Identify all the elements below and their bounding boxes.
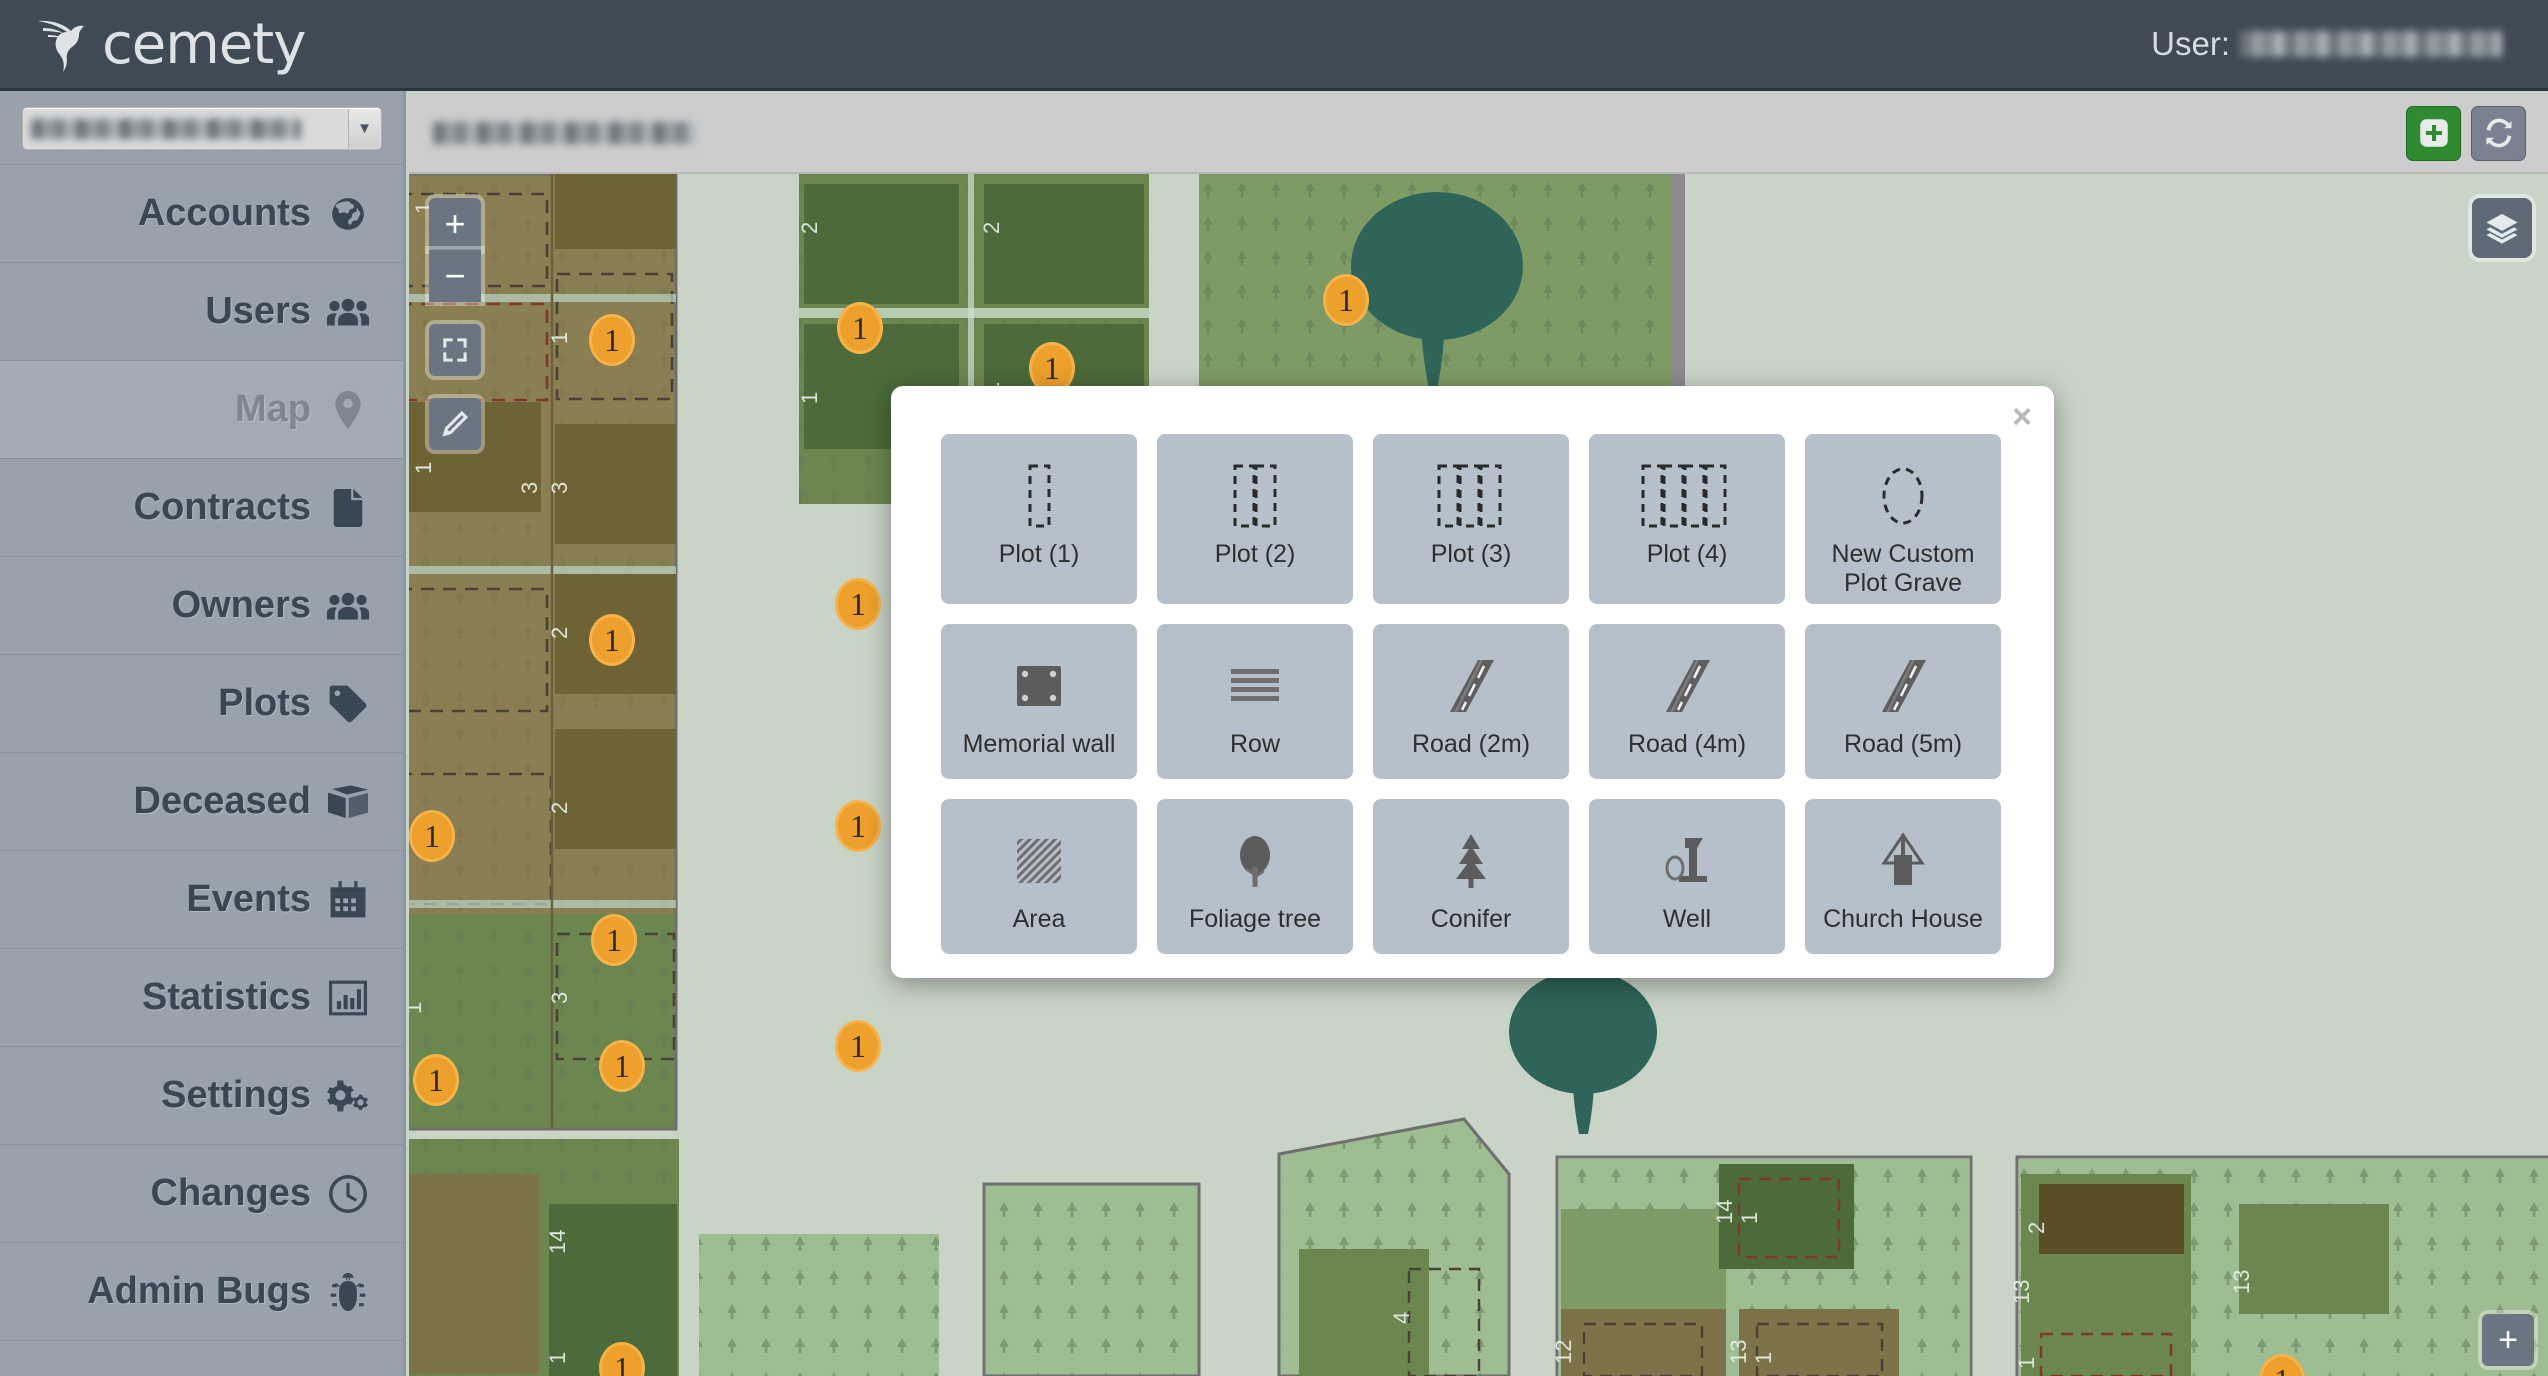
custom-grave-icon bbox=[1875, 460, 1931, 532]
conifer-icon bbox=[1447, 825, 1495, 897]
object-type-grid: Plot (1) Plot (2) Plot (3) bbox=[941, 434, 2004, 954]
sidebar-item-admin-bugs[interactable]: Admin Bugs bbox=[0, 1243, 403, 1341]
memorial-wall-icon bbox=[1011, 650, 1067, 722]
tile-label: Foliage tree bbox=[1183, 905, 1327, 934]
sidebar-item-label: Plots bbox=[218, 682, 311, 725]
tile-road-5m[interactable]: Road (5m) bbox=[1805, 624, 2001, 779]
church-house-icon bbox=[1878, 825, 1928, 897]
sidebar-item-label: Events bbox=[186, 878, 311, 921]
map-pin-icon bbox=[327, 391, 369, 429]
brand-logo[interactable]: cemety bbox=[0, 14, 305, 74]
sidebar: ▼ Accounts Users Map bbox=[0, 91, 406, 1376]
gears-icon bbox=[327, 1077, 369, 1115]
tile-plot-2[interactable]: Plot (2) bbox=[1157, 434, 1353, 604]
sidebar-nav: Accounts Users Map Contracts bbox=[0, 164, 403, 1341]
tile-label: Row bbox=[1224, 730, 1286, 759]
road-icon bbox=[1658, 650, 1716, 722]
chevron-down-icon: ▼ bbox=[348, 109, 380, 148]
sidebar-item-label: Map bbox=[235, 388, 311, 431]
sidebar-item-statistics[interactable]: Statistics bbox=[0, 949, 403, 1047]
tile-label: Plot (3) bbox=[1425, 540, 1518, 569]
sidebar-item-settings[interactable]: Settings bbox=[0, 1047, 403, 1145]
plot-1-icon bbox=[1016, 460, 1062, 532]
sidebar-item-owners[interactable]: Owners bbox=[0, 557, 403, 655]
tile-row[interactable]: Row bbox=[1157, 624, 1353, 779]
area-hatch-icon bbox=[1014, 825, 1064, 897]
user-area[interactable]: User: bbox=[2151, 25, 2548, 63]
map-area: 4 1 1 2 1 3 3 2 2 3 2 2 1 3 bbox=[409, 94, 2548, 1376]
bird-logo-icon bbox=[34, 14, 100, 74]
sidebar-item-map[interactable]: Map bbox=[0, 361, 403, 459]
top-bar: cemety User: bbox=[0, 0, 2548, 91]
sidebar-item-label: Settings bbox=[161, 1074, 311, 1117]
plot-3-icon bbox=[1431, 460, 1511, 532]
tile-label: Conifer bbox=[1425, 905, 1518, 934]
sidebar-item-label: Statistics bbox=[142, 976, 311, 1019]
sidebar-item-label: Users bbox=[205, 290, 311, 333]
tile-road-2m[interactable]: Road (2m) bbox=[1373, 624, 1569, 779]
tile-label: Church House bbox=[1817, 905, 1989, 934]
sidebar-item-label: Admin Bugs bbox=[87, 1270, 311, 1313]
road-icon bbox=[1874, 650, 1932, 722]
sidebar-item-label: Deceased bbox=[134, 780, 311, 823]
row-icon bbox=[1227, 650, 1283, 722]
road-icon bbox=[1442, 650, 1500, 722]
sidebar-item-events[interactable]: Events bbox=[0, 851, 403, 949]
tag-icon bbox=[327, 685, 369, 723]
tile-label: New Custom Plot Grave bbox=[1805, 540, 2001, 598]
app-root: cemety User: ▼ Accounts Users bbox=[0, 0, 2548, 1376]
close-icon[interactable]: × bbox=[2012, 400, 2032, 434]
account-select-wrap: ▼ bbox=[0, 91, 403, 164]
sidebar-item-label: Accounts bbox=[138, 192, 311, 235]
tile-label: Road (4m) bbox=[1622, 730, 1752, 759]
tile-church-house[interactable]: Church House bbox=[1805, 799, 2001, 954]
user-name-redacted bbox=[2240, 31, 2502, 57]
tile-label: Plot (2) bbox=[1209, 540, 1302, 569]
tile-foliage-tree[interactable]: Foliage tree bbox=[1157, 799, 1353, 954]
tile-area[interactable]: Area bbox=[941, 799, 1137, 954]
foliage-tree-icon bbox=[1231, 825, 1279, 897]
tile-label: Plot (4) bbox=[1641, 540, 1734, 569]
tile-label: Road (2m) bbox=[1406, 730, 1536, 759]
user-label: User: bbox=[2151, 25, 2230, 63]
tile-new-custom-plot-grave[interactable]: New Custom Plot Grave bbox=[1805, 434, 2001, 604]
tile-label: Road (5m) bbox=[1838, 730, 1968, 759]
brand-text: cemety bbox=[102, 16, 305, 74]
sidebar-item-deceased[interactable]: Deceased bbox=[0, 753, 403, 851]
tile-conifer[interactable]: Conifer bbox=[1373, 799, 1569, 954]
sidebar-item-label: Changes bbox=[151, 1172, 311, 1215]
plot-4-icon bbox=[1637, 460, 1737, 532]
sidebar-item-contracts[interactable]: Contracts bbox=[0, 459, 403, 557]
sidebar-item-plots[interactable]: Plots bbox=[0, 655, 403, 753]
tile-label: Well bbox=[1657, 905, 1717, 934]
account-select-value-redacted bbox=[31, 119, 301, 139]
bug-icon bbox=[327, 1273, 369, 1311]
file-icon bbox=[327, 489, 369, 527]
tile-plot-4[interactable]: Plot (4) bbox=[1589, 434, 1785, 604]
tile-road-4m[interactable]: Road (4m) bbox=[1589, 624, 1785, 779]
calendar-icon bbox=[327, 881, 369, 919]
tile-label: Area bbox=[1007, 905, 1072, 934]
sidebar-item-label: Contracts bbox=[134, 486, 311, 529]
clock-icon bbox=[327, 1175, 369, 1213]
account-select[interactable]: ▼ bbox=[22, 107, 382, 150]
tile-plot-3[interactable]: Plot (3) bbox=[1373, 434, 1569, 604]
users-icon bbox=[327, 590, 369, 622]
add-object-modal: × Plot (1) Plot (2) bbox=[891, 386, 2054, 978]
users-icon bbox=[327, 296, 369, 328]
tile-label: Memorial wall bbox=[957, 730, 1122, 759]
plot-2-icon bbox=[1225, 460, 1285, 532]
sidebar-item-accounts[interactable]: Accounts bbox=[0, 165, 403, 263]
tile-memorial-wall[interactable]: Memorial wall bbox=[941, 624, 1137, 779]
bar-chart-icon bbox=[327, 980, 369, 1016]
tile-plot-1[interactable]: Plot (1) bbox=[941, 434, 1137, 604]
well-icon bbox=[1661, 825, 1713, 897]
tile-well[interactable]: Well bbox=[1589, 799, 1785, 954]
sidebar-item-changes[interactable]: Changes bbox=[0, 1145, 403, 1243]
sidebar-item-users[interactable]: Users bbox=[0, 263, 403, 361]
book-icon bbox=[327, 785, 369, 819]
sidebar-item-label: Owners bbox=[172, 584, 311, 627]
tile-label: Plot (1) bbox=[993, 540, 1086, 569]
globe-icon bbox=[327, 195, 369, 233]
